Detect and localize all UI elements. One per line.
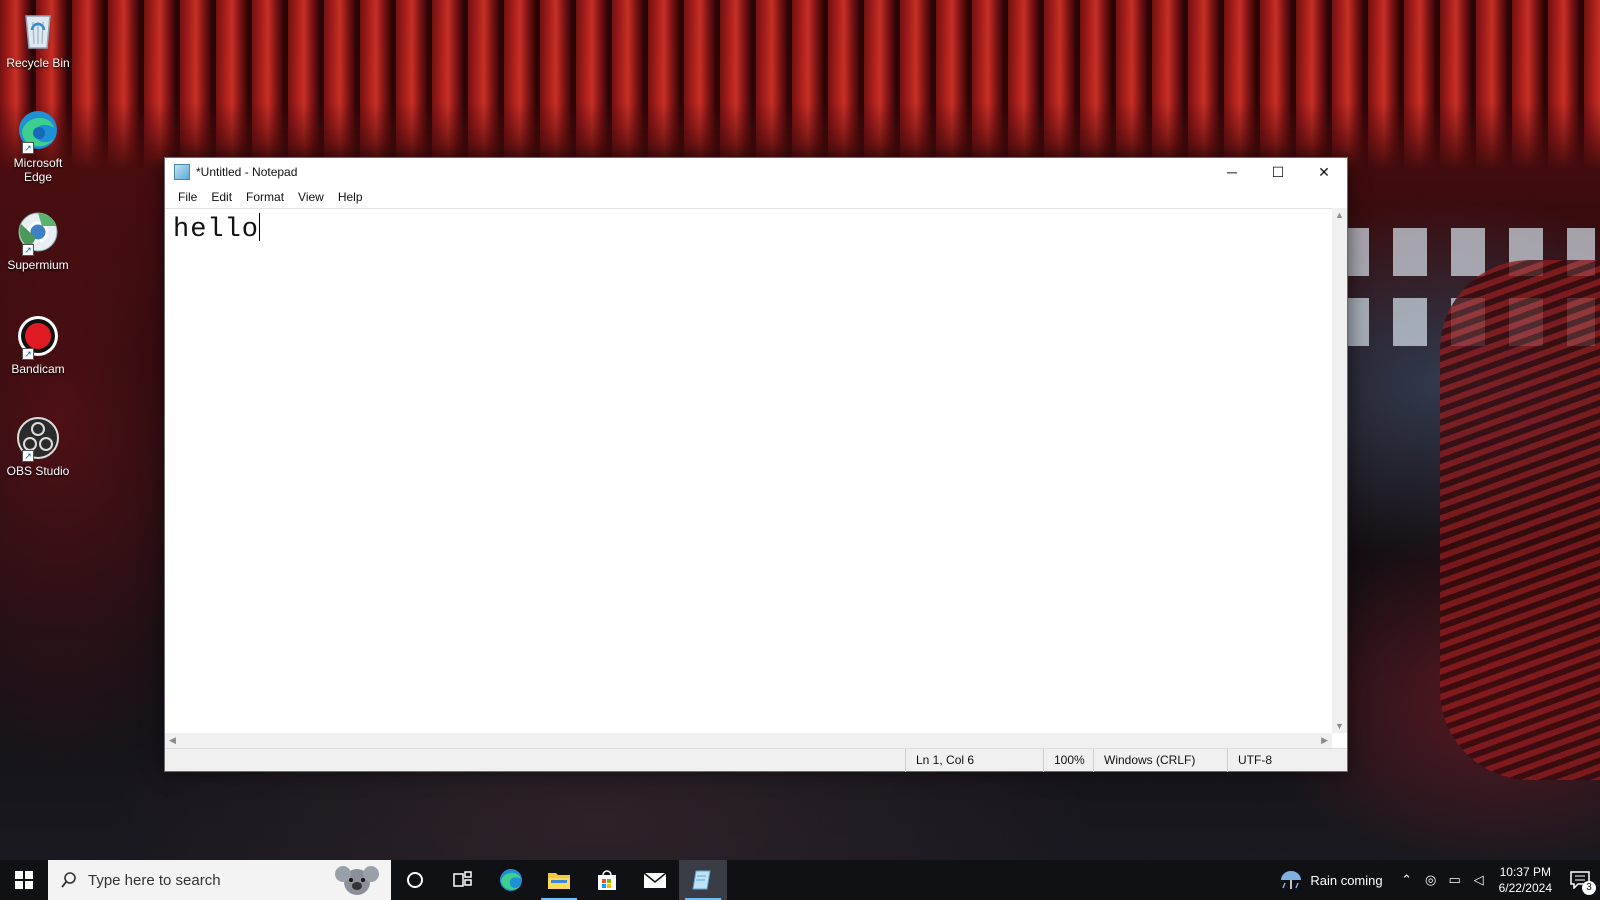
volume-muted-icon[interactable]: ◁ [1467,872,1491,888]
notification-count-badge: 3 [1582,881,1596,895]
taskbar-store[interactable] [583,860,631,900]
scroll-right-icon[interactable]: ▶ [1321,735,1328,746]
menu-bar: File Edit Format View Help [165,186,1347,208]
notepad-window[interactable]: *Untitled - Notepad ─ ☐ ✕ File Edit Form… [164,157,1348,772]
scroll-left-icon[interactable]: ◀ [169,735,176,746]
desktop-icon-label: Recycle Bin [6,56,70,70]
notepad-icon [174,164,190,180]
status-position: Ln 1, Col 6 [905,748,1043,772]
task-view-button[interactable] [439,860,487,900]
weather-text[interactable]: Rain coming [1310,873,1382,888]
status-bar: Ln 1, Col 6 100% Windows (CRLF) UTF-8 [165,748,1347,772]
taskbar-file-explorer[interactable] [535,860,583,900]
desktop-icon-label: Supermium [7,258,69,272]
taskbar-mail[interactable] [631,860,679,900]
menu-help[interactable]: Help [331,188,370,206]
minimize-button[interactable]: ─ [1209,158,1255,186]
notepad-icon [692,870,711,890]
menu-edit[interactable]: Edit [204,188,239,206]
wallpaper-slats [0,0,1600,170]
window-controls: ─ ☐ ✕ [1209,158,1347,186]
clock-date: 6/22/2024 [1498,881,1552,895]
shortcut-arrow-icon: ↗ [22,348,34,360]
system-tray: Rain coming ⌃ ◎ ▭ ◁ 10:37 PM 6/22/2024 3 [1278,860,1600,900]
task-view-icon [453,871,472,887]
store-icon [598,870,616,890]
status-line-ending: Windows (CRLF) [1093,748,1227,772]
windows-logo-icon [15,871,33,889]
menu-view[interactable]: View [291,188,331,206]
bandicam-icon: ↗ [16,314,60,360]
rain-weather-icon[interactable] [1278,868,1304,892]
network-icon[interactable]: ▭ [1443,872,1467,888]
meet-now-icon[interactable]: ◎ [1419,872,1443,888]
taskbar: Type here to search Rain coming ⌃ ◎ ▭ ◁ … [0,860,1600,900]
clock[interactable]: 10:37 PM 6/22/2024 [1491,864,1560,896]
cortana-icon [407,872,423,888]
desktop-icon-label: OBS Studio [6,464,70,478]
vertical-scrollbar[interactable]: ▲ ▼ [1332,208,1347,733]
mail-icon [643,872,667,888]
search-highlight-koala-icon [335,866,379,895]
notification-center-button[interactable]: 3 [1560,860,1600,900]
status-zoom: 100% [1043,748,1093,772]
window-title: *Untitled - Notepad [196,165,298,179]
desktop-icon-recycle-bin[interactable]: Recycle Bin [4,8,72,70]
edge-icon: ↗ [16,108,60,154]
text-caret [259,213,261,241]
supermium-icon: ↗ [16,210,60,256]
recycle-bin-icon [16,8,60,52]
editor-text: hello [173,215,260,245]
scroll-up-icon[interactable]: ▲ [1335,210,1344,220]
menu-file[interactable]: File [171,188,204,206]
horizontal-scrollbar[interactable]: ◀ ▶ [165,733,1332,748]
search-box[interactable]: Type here to search [48,860,391,900]
wallpaper-coil [1440,260,1600,780]
taskbar-edge[interactable] [487,860,535,900]
desktop-icon-obs[interactable]: ↗ OBS Studio [4,416,72,478]
clock-time: 10:37 PM [1499,865,1551,879]
edge-icon [500,869,522,891]
desktop-icon-label: Microsoft Edge [13,156,63,184]
close-button[interactable]: ✕ [1301,158,1347,186]
search-placeholder: Type here to search [88,871,221,889]
status-encoding: UTF-8 [1227,748,1347,772]
start-button[interactable] [0,860,48,900]
taskbar-notepad[interactable] [679,860,727,900]
desktop-icon-label: Bandicam [11,362,65,376]
obs-icon: ↗ [16,416,60,462]
desktop-icon-supermium[interactable]: ↗ Supermium [4,210,72,272]
title-bar[interactable]: *Untitled - Notepad ─ ☐ ✕ [165,158,1347,186]
shortcut-arrow-icon: ↗ [22,450,34,462]
menu-format[interactable]: Format [239,188,291,206]
search-icon [61,872,76,888]
desktop-icon-edge[interactable]: ↗ Microsoft Edge [4,108,72,184]
text-editor[interactable]: hello [165,208,1332,733]
desktop-icon-bandicam[interactable]: ↗ Bandicam [4,314,72,376]
scroll-down-icon[interactable]: ▼ [1335,721,1344,731]
folder-icon [548,873,570,889]
show-hidden-icons-chevron-up-icon[interactable]: ⌃ [1395,872,1419,888]
maximize-button[interactable]: ☐ [1255,158,1301,186]
shortcut-arrow-icon: ↗ [22,142,34,154]
shortcut-arrow-icon: ↗ [22,244,34,256]
cortana-button[interactable] [391,860,439,900]
